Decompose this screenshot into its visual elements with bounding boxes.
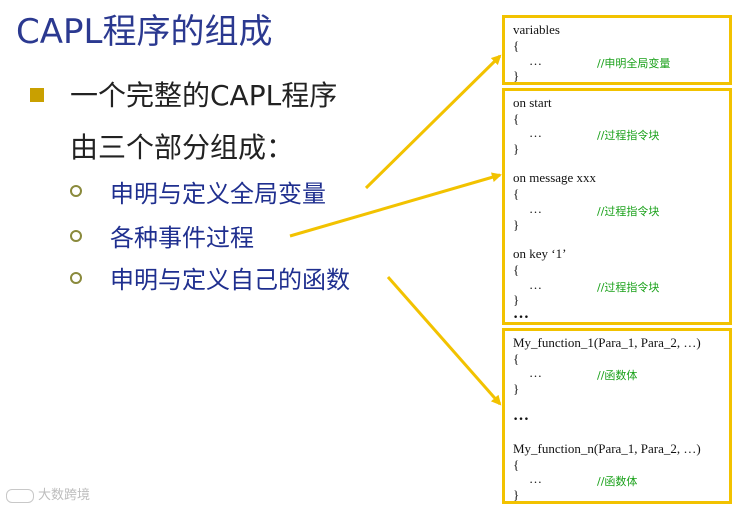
watermark: 大数跨境 [6, 484, 90, 503]
arrow-global-vars-to-variables [364, 54, 502, 190]
watermark-logo-icon [6, 488, 34, 503]
arrow-functions-to-function-box [386, 276, 502, 406]
arrow-events-to-on-message [289, 172, 502, 238]
connector-arrows [289, 54, 502, 406]
watermark-text: 大数跨境 [38, 488, 91, 503]
